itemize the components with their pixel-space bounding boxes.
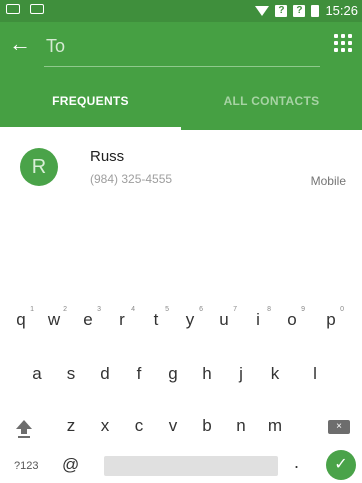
key-y[interactable]: 6y — [175, 306, 205, 330]
key-j[interactable]: j — [226, 364, 256, 384]
key-hint: 2 — [63, 306, 67, 313]
no-sim-icon: ? — [275, 4, 288, 17]
key-s[interactable]: s — [56, 364, 86, 384]
key-hint: 0 — [340, 306, 344, 313]
key-hint: 9 — [301, 306, 305, 313]
key-o[interactable]: 9o — [277, 306, 307, 330]
status-bar: ? ? 15:26 — [0, 0, 362, 22]
status-time: 15:26 — [325, 3, 358, 18]
shift-icon[interactable] — [14, 420, 34, 440]
key-label: i — [256, 310, 260, 329]
key-f[interactable]: f — [124, 364, 154, 384]
key-label: r — [119, 310, 125, 329]
key-e[interactable]: 3e — [73, 306, 103, 330]
key-p[interactable]: 0p — [316, 306, 346, 330]
at-key[interactable]: @ — [62, 455, 79, 475]
key-x[interactable]: x — [90, 416, 120, 436]
backspace-icon[interactable]: × — [328, 420, 350, 434]
key-hint: 7 — [233, 306, 237, 313]
image-icon — [30, 4, 44, 14]
key-hint: 5 — [165, 306, 169, 313]
check-icon[interactable]: ✓ — [326, 450, 356, 480]
key-hint: 6 — [199, 306, 203, 313]
key-label: p — [326, 310, 336, 329]
key-label: o — [287, 310, 297, 329]
key-label: y — [185, 310, 195, 329]
dialpad-icon[interactable] — [332, 32, 354, 54]
key-m[interactable]: m — [260, 416, 290, 436]
battery-icon — [311, 4, 320, 17]
key-t[interactable]: 5t — [141, 306, 171, 330]
to-underline — [44, 66, 320, 67]
key-k[interactable]: k — [260, 364, 290, 384]
contact-phone: (984) 325-4555 — [90, 172, 173, 186]
key-hint: 1 — [30, 306, 34, 313]
key-b[interactable]: b — [192, 416, 222, 436]
tab-frequents[interactable]: FREQUENTS — [0, 72, 181, 130]
voicemail-icon — [6, 4, 20, 14]
key-hint: 3 — [97, 306, 101, 313]
key-hint: 8 — [267, 306, 271, 313]
to-input[interactable] — [44, 32, 322, 60]
key-v[interactable]: v — [158, 416, 188, 436]
key-n[interactable]: n — [226, 416, 256, 436]
tab-all-contacts[interactable]: ALL CONTACTS — [181, 72, 362, 130]
key-l[interactable]: l — [300, 364, 330, 384]
key-c[interactable]: c — [124, 416, 154, 436]
contact-row[interactable]: R Russ (984) 325-4555 Mobile — [0, 138, 362, 194]
avatar: R — [20, 148, 58, 186]
symbols-key[interactable]: ?123 — [14, 460, 38, 472]
key-q[interactable]: 1q — [6, 306, 36, 330]
key-d[interactable]: d — [90, 364, 120, 384]
toolbar: ← — [0, 22, 362, 72]
key-h[interactable]: h — [192, 364, 222, 384]
space-key[interactable] — [104, 456, 278, 476]
key-i[interactable]: 8i — [243, 306, 273, 330]
key-a[interactable]: a — [22, 364, 52, 384]
wifi-icon — [255, 6, 270, 16]
key-z[interactable]: z — [56, 416, 86, 436]
arrow-back-icon[interactable]: ← — [6, 30, 34, 58]
key-w[interactable]: 2w — [39, 306, 69, 330]
key-label: w — [47, 310, 61, 329]
tabs-bar: FREQUENTS ALL CONTACTS — [0, 72, 362, 130]
period-key[interactable]: . — [294, 452, 299, 473]
key-hint: 4 — [131, 306, 135, 313]
key-g[interactable]: g — [158, 364, 188, 384]
keyboard: 1q 2w 3e 4r 5t 6y 7u 8i 9o 0p a s d f g … — [0, 300, 362, 483]
key-u[interactable]: 7u — [209, 306, 239, 330]
key-label: t — [153, 310, 159, 329]
key-label: u — [219, 310, 229, 329]
key-label: q — [16, 310, 26, 329]
no-sim-icon: ? — [293, 4, 306, 17]
key-r[interactable]: 4r — [107, 306, 137, 330]
key-label: e — [83, 310, 93, 329]
contact-phone-type: Mobile — [310, 174, 346, 188]
contact-name: Russ — [90, 148, 125, 165]
tab-indicator — [0, 127, 181, 130]
